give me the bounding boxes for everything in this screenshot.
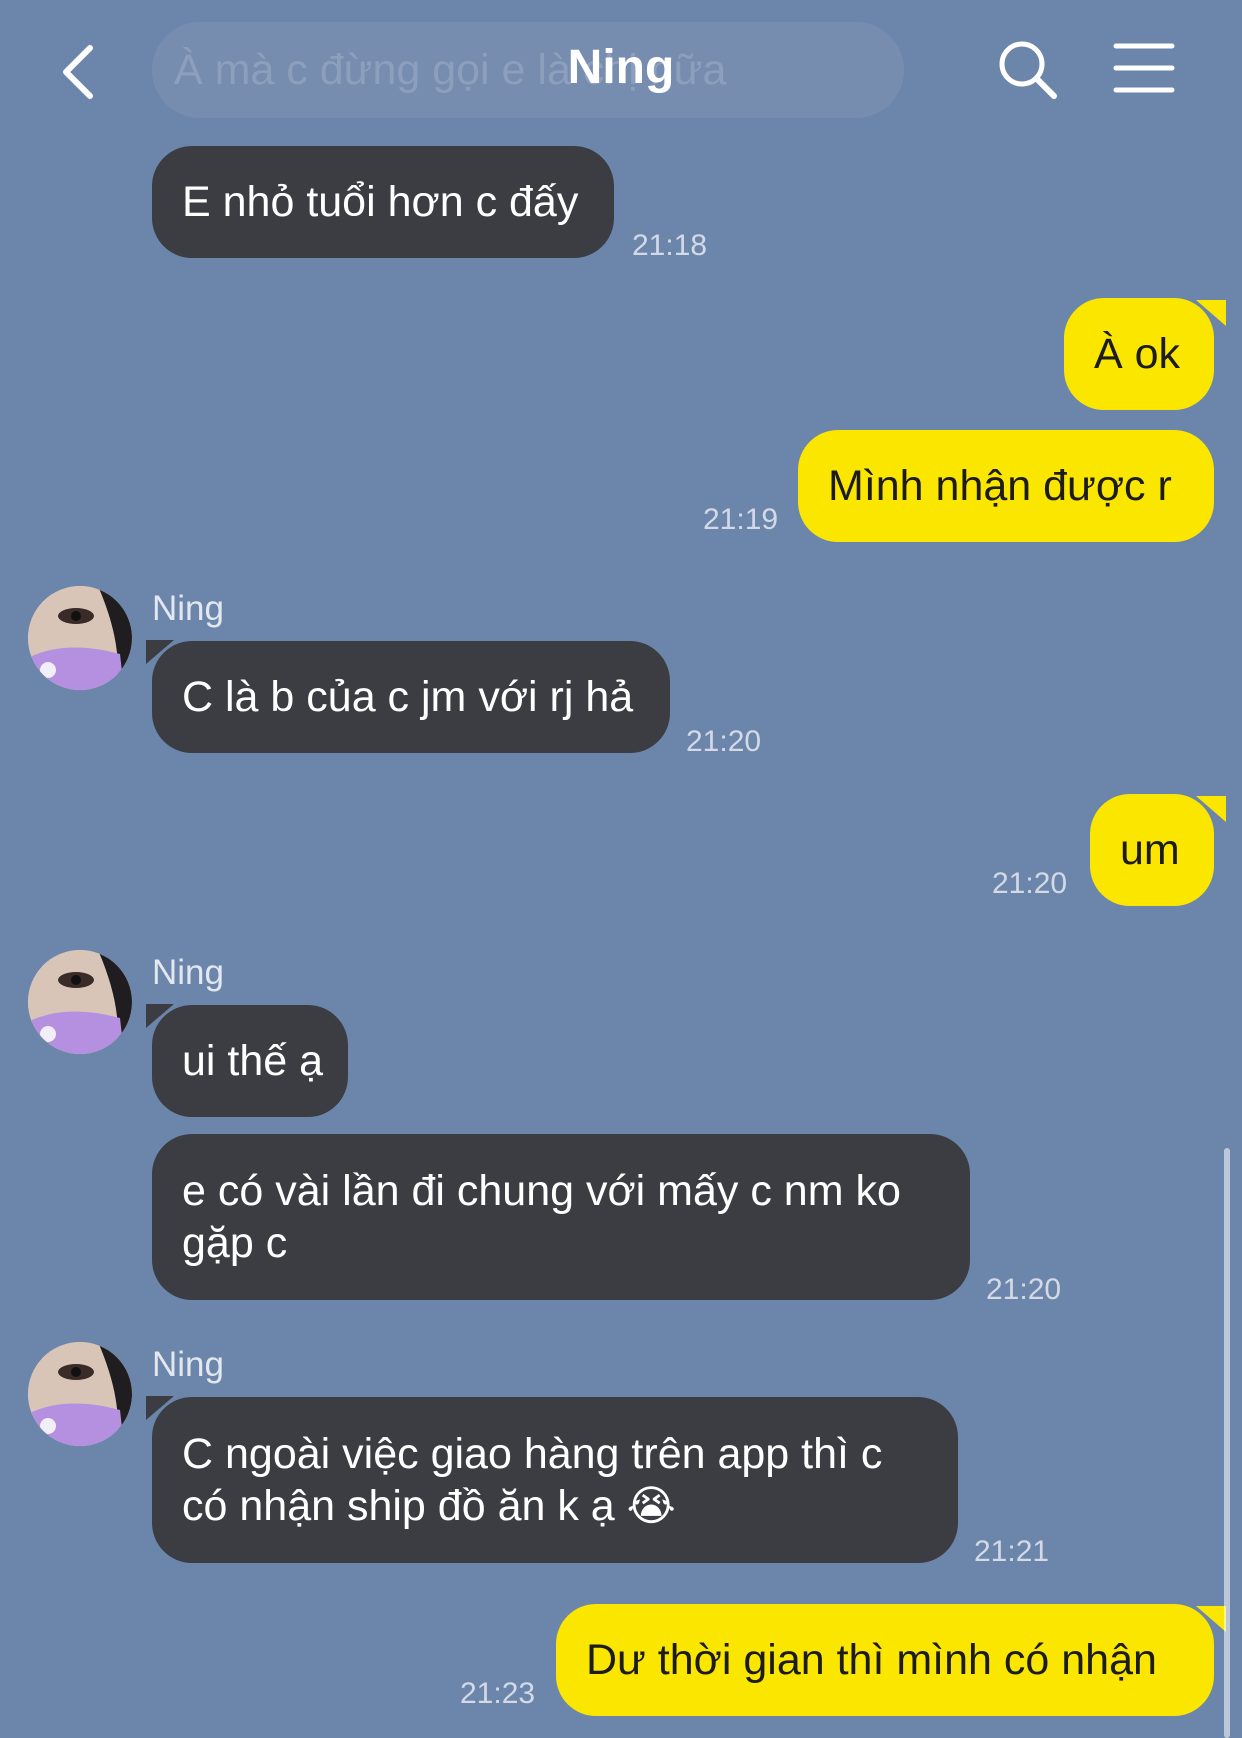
message-text: C ngoài việc giao hàng trên app thì c có…: [182, 1430, 883, 1530]
message-text: C là b của c jm với rj hả: [182, 673, 634, 721]
incoming-message-bubble[interactable]: ui thế ạ: [152, 1005, 348, 1117]
message-timestamp: 21:23: [460, 1677, 536, 1710]
contact-avatar[interactable]: [28, 950, 132, 1054]
message-timestamp: 21:20: [686, 725, 762, 758]
sender-name: Ning: [152, 589, 224, 628]
bubble-tail: [1196, 1606, 1226, 1632]
bubble-tail: [1196, 796, 1226, 822]
message-timestamp: 21:20: [992, 867, 1068, 900]
message-text: Mình nhận được r: [828, 462, 1172, 510]
scrollbar[interactable]: [1224, 1148, 1230, 1738]
avatar-photo: [28, 950, 132, 1054]
search-button[interactable]: [994, 36, 1060, 102]
chat-header: À mà c đừng gọi e là chị nữa Ning: [0, 0, 1242, 140]
message-text: Dư thời gian thì mình có nhận: [586, 1636, 1157, 1684]
message-text: e có vài lần đi chung với mấy c nm ko gặ…: [182, 1167, 901, 1267]
message-timestamp: 21:21: [974, 1535, 1050, 1568]
message-text: um: [1120, 826, 1180, 874]
incoming-message-bubble[interactable]: E nhỏ tuổi hơn c đấy: [152, 146, 614, 258]
incoming-message-bubble[interactable]: C ngoài việc giao hàng trên app thì c có…: [152, 1397, 958, 1563]
search-icon: [999, 41, 1057, 99]
incoming-message-bubble[interactable]: C là b của c jm với rj hả: [152, 641, 670, 753]
crying-face-emoji-icon: 😭: [626, 1482, 676, 1529]
message-text: E nhỏ tuổi hơn c đấy: [182, 178, 579, 226]
avatar-photo: [28, 1342, 132, 1446]
message-text: À ok: [1094, 330, 1181, 378]
message-timestamp: 21:18: [632, 229, 708, 262]
sender-name: Ning: [152, 1345, 224, 1384]
message-timestamp: 21:19: [703, 503, 779, 536]
outgoing-message-bubble[interactable]: À ok: [1064, 298, 1214, 410]
sender-name: Ning: [152, 953, 224, 992]
contact-avatar[interactable]: [28, 1342, 132, 1446]
message-timestamp: 21:20: [986, 1273, 1062, 1306]
outgoing-message-bubble[interactable]: Mình nhận được r: [798, 430, 1214, 542]
hamburger-menu-icon: [1113, 43, 1175, 93]
menu-button[interactable]: [1112, 40, 1176, 96]
outgoing-message-bubble[interactable]: Dư thời gian thì mình có nhận: [556, 1604, 1214, 1716]
avatar-photo: [28, 586, 132, 690]
bubble-tail: [1196, 300, 1226, 326]
incoming-message-bubble[interactable]: e có vài lần đi chung với mấy c nm ko gặ…: [152, 1134, 970, 1300]
contact-avatar[interactable]: [28, 586, 132, 690]
message-text: ui thế ạ: [182, 1037, 324, 1085]
